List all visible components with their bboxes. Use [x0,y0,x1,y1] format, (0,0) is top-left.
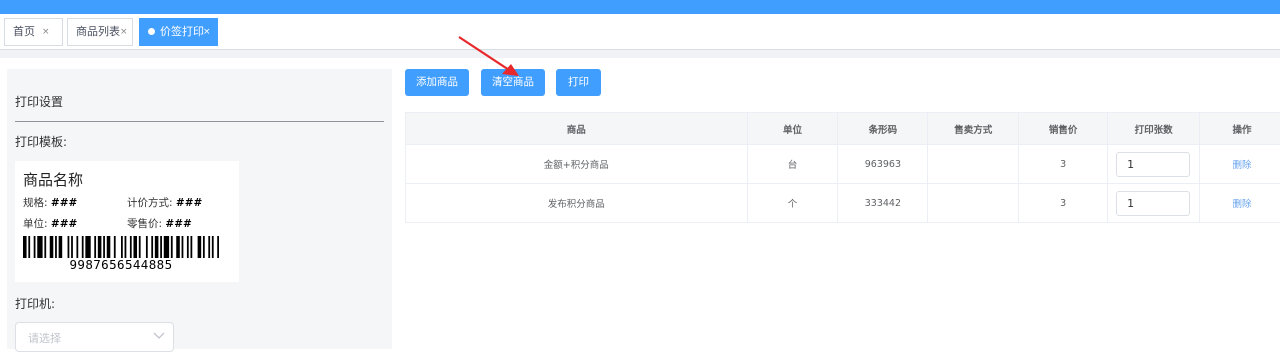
cell-barcode: 963963 [838,145,928,184]
barcode-image [23,236,219,258]
cell-sale-mode [928,145,1019,184]
annotation-arrow-icon [455,34,525,78]
close-icon[interactable]: × [120,19,128,45]
column-header-action: 操作 [1200,113,1280,145]
cell-unit: 台 [747,145,838,184]
tab-label: 商品列表 [76,25,120,38]
template-spec: 规格: ### [23,195,77,210]
print-button[interactable]: 打印 [556,69,601,96]
panel-title: 打印设置 [15,93,63,110]
column-header-sale-mode: 售卖方式 [928,113,1019,145]
cell-barcode: 333442 [838,184,928,223]
cell-action: 删除 [1200,145,1280,184]
column-header-product: 商品 [406,113,748,145]
table-row: 发布积分商品 个 333442 3 1 删除 [406,184,1280,223]
tab-home[interactable]: 首页 × [4,18,63,46]
barcode-number: 9987656544885 [23,257,219,272]
template-retail-price: 零售价: ### [127,216,192,231]
product-table: 商品 单位 条形码 售卖方式 销售价 打印张数 操作 金额+积分商品 台 963… [405,112,1280,223]
print-settings-panel: 打印设置 打印模板: 商品名称 规格: ### 计价方式: ### 单位: ##… [7,69,392,349]
table-row: 金额+积分商品 台 963963 3 1 删除 [406,145,1280,184]
tab-label: 首页 [13,25,35,38]
cell-price: 3 [1019,184,1108,223]
cell-copies: 1 [1108,145,1200,184]
divider [15,121,384,122]
copies-input[interactable]: 1 [1116,191,1190,216]
close-icon[interactable]: × [203,19,211,45]
tab-price-label-print[interactable]: 价签打印 × [139,18,218,46]
template-unit: 单位: ### [23,216,77,231]
column-header-barcode: 条形码 [838,113,928,145]
column-header-price: 销售价 [1019,113,1108,145]
printer-select-placeholder: 请选择 [28,330,61,346]
template-label: 打印模板: [15,133,67,150]
cell-product-name: 金额+积分商品 [406,145,748,184]
table-header-row: 商品 单位 条形码 售卖方式 销售价 打印张数 操作 [406,113,1280,145]
chevron-down-icon [153,330,165,340]
active-dot-icon [148,28,155,35]
cell-copies: 1 [1108,184,1200,223]
top-bar [0,0,1280,14]
printer-select[interactable]: 请选择 [15,322,174,352]
template-product-name: 商品名称 [23,169,83,190]
cell-action: 删除 [1200,184,1280,223]
label-template-preview[interactable]: 商品名称 规格: ### 计价方式: ### 单位: ### 零售价: ### … [15,161,239,282]
cell-product-name: 发布积分商品 [406,184,748,223]
copies-input[interactable]: 1 [1116,152,1190,177]
content-top-strip [0,50,1280,58]
column-header-copies: 打印张数 [1108,113,1200,145]
delete-link[interactable]: 删除 [1233,160,1252,171]
cell-sale-mode [928,184,1019,223]
printer-label: 打印机: [15,295,55,312]
column-header-unit: 单位 [747,113,838,145]
cell-unit: 个 [747,184,838,223]
tab-product-list[interactable]: 商品列表 × [67,18,133,46]
close-icon[interactable]: × [42,19,50,45]
tab-bar: 首页 × 商品列表 × 价签打印 × [0,14,1280,50]
delete-link[interactable]: 删除 [1233,199,1252,210]
tab-label: 价签打印 [160,25,204,38]
cell-price: 3 [1019,145,1108,184]
template-pricing-mode: 计价方式: ### [127,195,202,210]
